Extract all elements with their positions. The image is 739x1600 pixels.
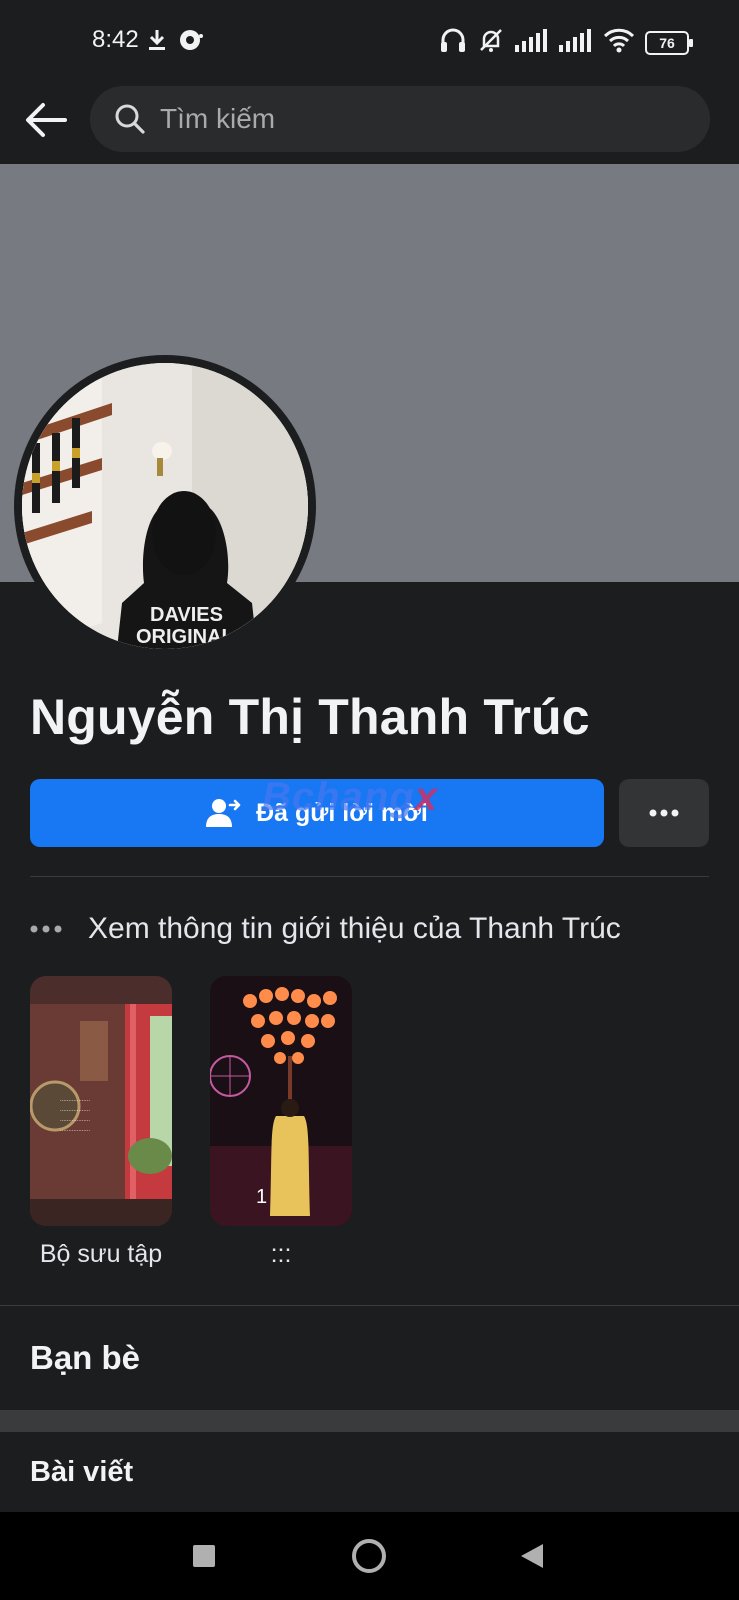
search-input[interactable]: Tìm kiếm [90,86,710,152]
section-separator [0,1410,739,1432]
home-button[interactable] [347,1534,391,1578]
top-bar: Tìm kiếm [0,86,739,164]
posts-section-title: Bài viết [30,1456,134,1488]
recents-button[interactable] [182,1534,226,1578]
battery-icon: 76 [645,30,693,55]
profile-page: 8:42 76 Tìm kiếm DAVIES ORIGINAL Nguyễn … [0,0,739,1600]
status-icons-left [146,28,204,57]
featured-collections: .................. .................. ..… [30,976,352,1269]
request-sent-button[interactable]: Đã gửi lời mời [30,779,604,847]
featured-count: 1 [256,1186,268,1208]
signal-icon [515,28,549,57]
featured-thumbnail-image: .................. .................. ..… [30,976,172,1226]
system-nav-bar [0,1512,739,1600]
request-sent-label: Đã gửi lời mời [256,798,428,827]
profile-picture[interactable]: DAVIES ORIGINAL [14,355,316,657]
status-time: 8:42 [92,26,139,53]
svg-text:..................: .................. [60,1127,90,1133]
wifi-icon [603,27,635,58]
featured-thumbnail: .................. .................. ..… [30,976,172,1226]
search-placeholder: Tìm kiếm [160,103,276,134]
back-button[interactable] [22,96,70,144]
see-intro-link[interactable]: Xem thông tin giới thiệu của Thanh Trúc [30,905,621,953]
svg-text:..................: .................. [60,1097,90,1103]
avatar-photo: DAVIES ORIGINAL [22,363,308,649]
more-options-button[interactable] [619,779,709,847]
triangle-back-icon [521,1544,543,1568]
svg-text:ORIGINAL: ORIGINAL [136,626,234,648]
featured-item[interactable]: .................. .................. ..… [30,976,172,1269]
more-dots-icon [30,925,62,933]
back-nav-button[interactable] [510,1534,554,1578]
featured-item-label: ::: [270,1240,292,1268]
search-icon [115,104,145,134]
see-intro-label: Xem thông tin giới thiệu của Thanh Trúc [88,912,621,945]
featured-thumbnail: 1 [210,976,352,1226]
svg-text:DAVIES: DAVIES [150,604,223,626]
friends-section-title[interactable]: Bạn bè [30,1339,140,1377]
signal-icon [559,28,593,57]
battery-level: 76 [659,34,675,51]
svg-text:..................: .................. [60,1117,90,1123]
divider [30,876,709,877]
featured-item[interactable]: 1 ::: [210,976,352,1269]
featured-thumbnail-image [210,976,352,1226]
section-divider [0,1305,739,1306]
bell-muted-icon [477,26,505,59]
circle-icon [352,1539,386,1573]
profile-name: Nguyễn Thị Thanh Trúc [30,689,590,745]
square-icon [193,1545,215,1567]
headset-icon [439,26,467,59]
messenger-bubble-icon [178,28,204,57]
add-friend-sent-icon [206,799,241,827]
featured-item-label: Bộ sưu tập [39,1240,163,1268]
svg-text:..................: .................. [60,1107,90,1113]
avatar: DAVIES ORIGINAL [22,363,308,649]
status-icons-right: 76 [439,26,693,59]
arrow-left-icon [26,103,67,137]
download-icon [146,28,168,57]
status-bar: 8:42 76 [0,0,739,86]
more-dots-icon [649,809,679,817]
